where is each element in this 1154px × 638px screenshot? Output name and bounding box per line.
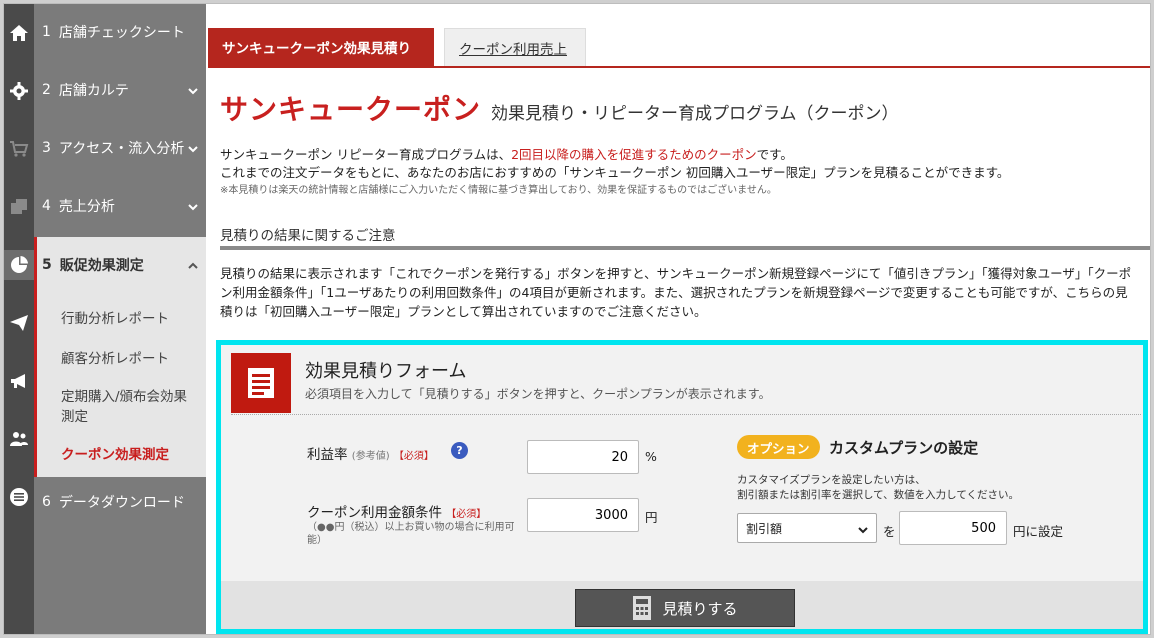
form-footer: 見積りする [221, 581, 1143, 629]
sidebar-subitem-customer-report[interactable]: 顧客分析レポート [37, 349, 206, 369]
sidebar-item-data-download[interactable]: 6 データダウンロード [34, 474, 206, 530]
notice-text: 見積りの結果に表示されます「これでクーポンを発行する」ボタンを押すと、サンキュー… [220, 266, 1132, 319]
chevron-down-icon [188, 84, 198, 95]
option-description: カスタマイズプランを設定したい方は、 割引額または割引率を選択して、数値を入力し… [737, 474, 1020, 501]
custom-discount-input[interactable] [899, 511, 1007, 545]
gear-icon[interactable] [4, 76, 34, 106]
sidebar-item-access-analysis[interactable]: 3 アクセス・流入分析 [34, 120, 206, 176]
tab-bar: サンキュークーポン効果見積り クーポン利用売上 [208, 28, 1150, 68]
form-description: 必須項目を入力して「見積りする」ボタンを押すと、クーポンプランが表示されます。 [305, 387, 771, 401]
discount-type-select[interactable]: 割引額 [737, 513, 877, 543]
sidebar-subitem-behavior-report[interactable]: 行動分析レポート [37, 309, 206, 329]
copy-icon[interactable] [4, 192, 34, 222]
chevron-down-icon [188, 142, 198, 153]
sidebar-subitem-subscription-effect[interactable]: 定期購入/頒布会効果測定 [37, 387, 197, 427]
sidebar-item-sales-analysis[interactable]: 4 売上分析 [34, 178, 206, 234]
estimate-submit-button[interactable]: 見積りする [575, 589, 795, 627]
calculator-icon [633, 596, 652, 620]
sidebar-item-promotion-measurement[interactable]: 5 販促効果測定 [34, 237, 206, 293]
pie-chart-icon[interactable] [4, 250, 34, 280]
section-heading: 見積りの結果に関するご注意 [220, 220, 1150, 250]
coupon-amount-input[interactable] [527, 498, 639, 532]
users-icon[interactable] [4, 424, 34, 454]
cart-icon[interactable] [4, 134, 34, 164]
document-icon [231, 353, 291, 413]
sidebar-item-store-karte[interactable]: 2 店舗カルテ [34, 62, 206, 118]
chevron-down-icon [188, 200, 198, 211]
sidebar-subitem-coupon-effect[interactable]: クーポン効果測定 [37, 445, 206, 465]
chevron-down-icon [858, 524, 868, 534]
sidebar-item-store-checksheet[interactable]: 1 店舗チェックシート [34, 4, 206, 60]
sidebar-group-promotion: 5 販促効果測定 行動分析レポート 顧客分析レポート 定期購入/頒布会効果測定 … [34, 237, 206, 477]
app-frame: 1 店舗チェックシート 2 店舗カルテ 3 アクセス・流入分析 4 売上分析 5… [3, 3, 1151, 635]
main-content: サンキュークーポン効果見積り クーポン利用売上 サンキュークーポン 効果見積り・… [208, 4, 1150, 634]
page-subtitle: 効果見積り・リピーター育成プログラム（クーポン） [491, 104, 899, 124]
coupon-amount-label: クーポン利用金額条件 【必須】 [307, 505, 487, 521]
profit-rate-label: 利益率 (参考値) 【必須】 [307, 447, 434, 463]
page-title: サンキュークーポン [220, 93, 482, 126]
yen-unit: 円 [645, 510, 658, 525]
page-title-row: サンキュークーポン 効果見積り・リピーター育成プログラム（クーポン） [220, 88, 899, 128]
estimate-form: 効果見積りフォーム 必須項目を入力して「見積りする」ボタンを押すと、クーポンプラ… [216, 340, 1148, 634]
coupon-amount-note: （●●円（税込）以上お買い物の場合に利用可能） [307, 522, 515, 546]
option-title: カスタムプランの設定 [829, 439, 979, 457]
list-circle-icon[interactable] [4, 482, 34, 512]
tab-coupon-estimate[interactable]: サンキュークーポン効果見積り [208, 28, 434, 66]
intro-text: サンキュークーポン リピーター育成プログラムは、2回目以降の購入を促進するための… [220, 146, 1140, 200]
percent-unit: % [645, 449, 657, 464]
home-icon[interactable] [4, 18, 34, 48]
profit-rate-input[interactable] [527, 440, 639, 474]
custom-unit: 円に設定 [1013, 524, 1064, 539]
tab-coupon-sales[interactable]: クーポン利用売上 [444, 28, 586, 66]
icon-rail [4, 4, 34, 634]
paper-plane-icon[interactable] [4, 308, 34, 338]
form-header: 効果見積りフォーム 必須項目を入力して「見積りする」ボタンを押すと、クーポンプラ… [231, 353, 1141, 415]
chevron-up-icon [188, 259, 198, 269]
option-badge: オプション [737, 435, 820, 459]
sidebar: 1 店舗チェックシート 2 店舗カルテ 3 アクセス・流入分析 4 売上分析 5… [34, 4, 206, 634]
disclaimer: ※本見積りは楽天の統計情報と店舗様にご入力いただく情報に基づき算出しており、効果… [220, 185, 777, 196]
form-title: 効果見積りフォーム [305, 361, 467, 382]
wo-particle: を [883, 524, 896, 539]
help-icon[interactable]: ? [451, 442, 468, 459]
megaphone-icon[interactable] [4, 366, 34, 396]
